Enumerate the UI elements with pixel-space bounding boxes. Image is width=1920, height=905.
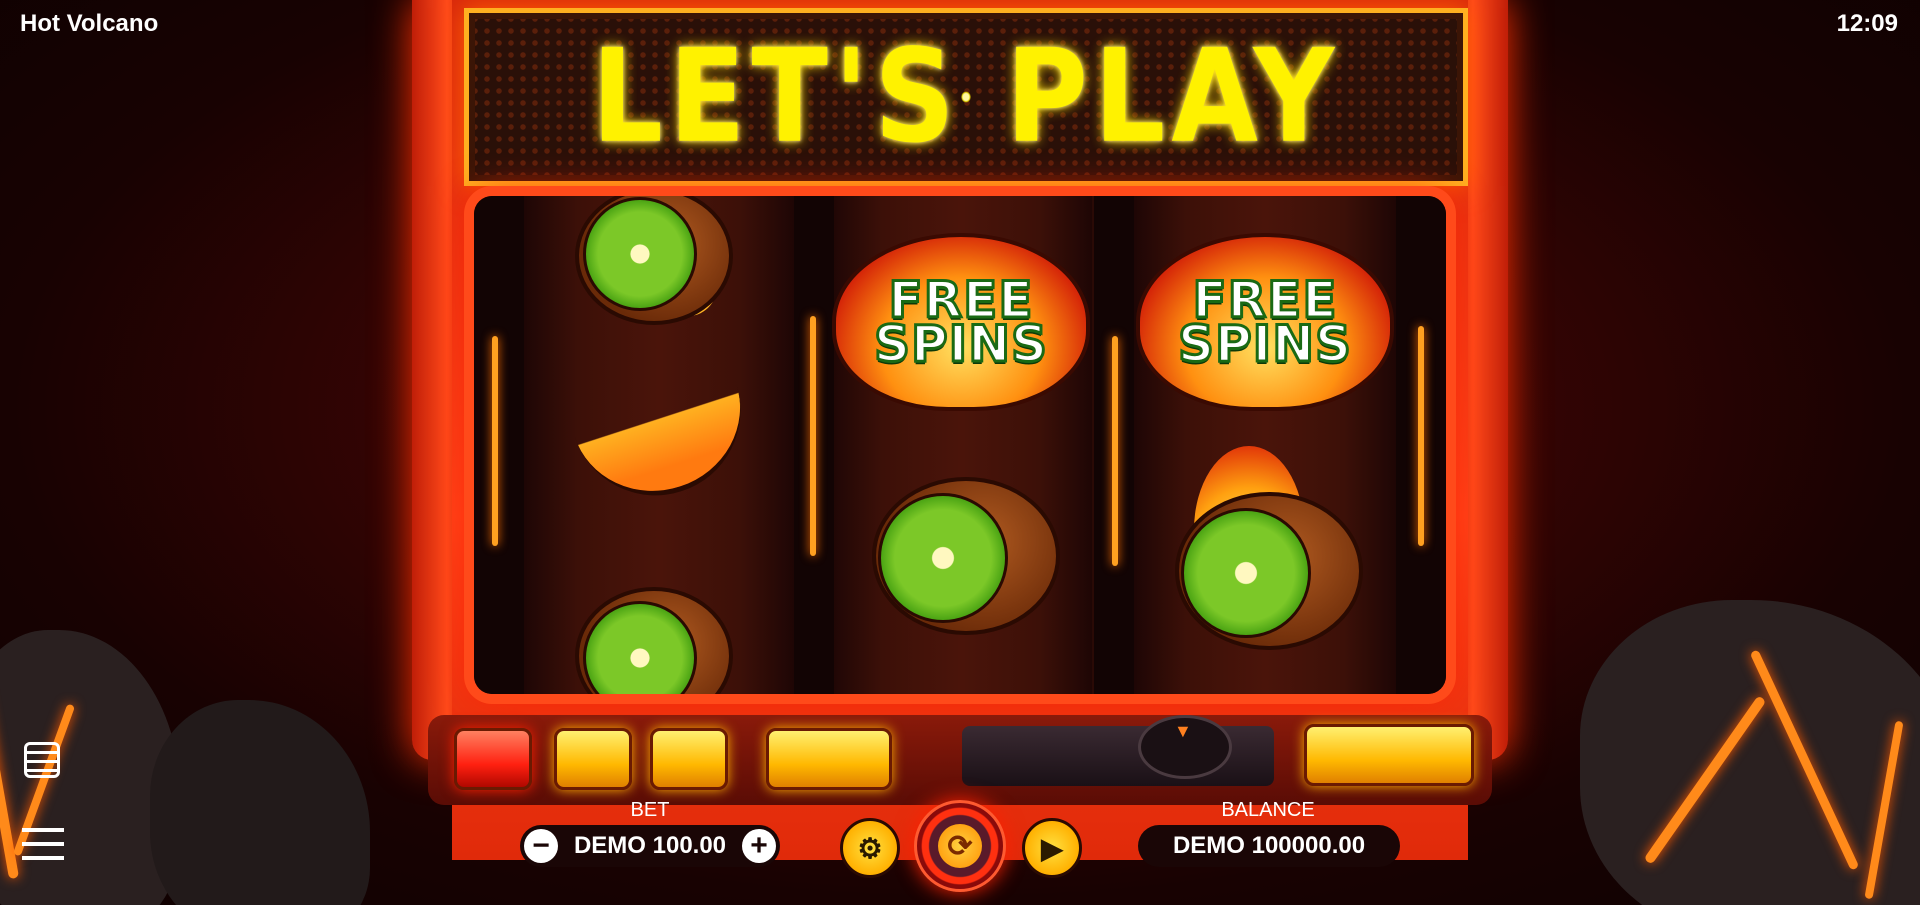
balance-value-display: DEMO 100000.00	[1138, 825, 1400, 867]
bet-increase-button[interactable]: +	[742, 829, 776, 863]
clock: 12:09	[1836, 10, 1898, 37]
lava-crack	[1112, 336, 1118, 566]
free-spins-line2: SPINS	[1176, 315, 1353, 373]
symbol-free-spins: FREE SPINS	[1136, 232, 1394, 412]
cabinet-button-1	[554, 728, 632, 790]
symbol-kiwi	[866, 476, 1066, 636]
paytable-icon[interactable]	[24, 742, 60, 778]
menu-icon[interactable]	[22, 828, 64, 860]
lava-crack	[1418, 326, 1424, 546]
kiwi-icon	[575, 587, 733, 694]
symbol-kiwi-flame	[1164, 446, 1374, 656]
balance-label: BALANCE	[1221, 799, 1315, 821]
kiwi-icon	[1175, 492, 1363, 650]
reel-divider	[474, 196, 524, 694]
symbol-banana	[564, 355, 764, 517]
kiwi-slice	[878, 493, 1008, 623]
cabinet-button-red	[454, 728, 532, 790]
balance-value: DEMO 100000.00	[1172, 832, 1366, 859]
marquee-display: LET'S PLAY	[464, 8, 1468, 186]
spin-arrows-icon: ⟳	[938, 824, 982, 868]
kiwi-slice	[1181, 508, 1311, 638]
lava-vein	[1864, 720, 1904, 900]
lava-vein	[1643, 695, 1767, 865]
symbol-kiwi-flame	[564, 196, 744, 326]
symbol-free-spins: FREE SPINS	[832, 232, 1090, 412]
lava-crack	[492, 336, 498, 546]
lava-rock-right	[1580, 600, 1920, 905]
kiwi-slice	[583, 601, 697, 694]
kiwi-slice	[583, 197, 697, 311]
cabinet-button-2	[650, 728, 728, 790]
kiwi-icon	[872, 477, 1060, 635]
bet-label: BET	[630, 799, 670, 821]
arrow-down-icon: ▼	[1174, 721, 1192, 741]
reel-window: FREE SPINS FREE SPINS	[474, 196, 1446, 694]
free-spins-line2: SPINS	[872, 315, 1049, 373]
spin-button[interactable]: ⟳	[914, 800, 1006, 892]
coins-gear-icon[interactable]: ⚙	[840, 818, 900, 878]
lava-vein	[1749, 649, 1860, 871]
bet-decrease-button[interactable]: −	[524, 829, 558, 863]
app-title: Hot Volcano	[20, 10, 159, 37]
cabinet-button-wide	[1304, 724, 1474, 786]
free-spins-badge: FREE SPINS	[832, 233, 1090, 411]
symbol-kiwi	[564, 586, 744, 694]
bet-value: DEMO 100.00	[573, 832, 727, 859]
free-spins-badge: FREE SPINS	[1136, 233, 1394, 411]
banana-icon	[565, 355, 763, 517]
autoplay-icon[interactable]: ▶	[1022, 818, 1082, 878]
cabinet-button-3	[766, 728, 892, 790]
bet-value-display: DEMO 100.00	[520, 825, 780, 867]
marquee-text: LET'S PLAY	[591, 22, 1341, 172]
lava-crack	[810, 316, 816, 556]
